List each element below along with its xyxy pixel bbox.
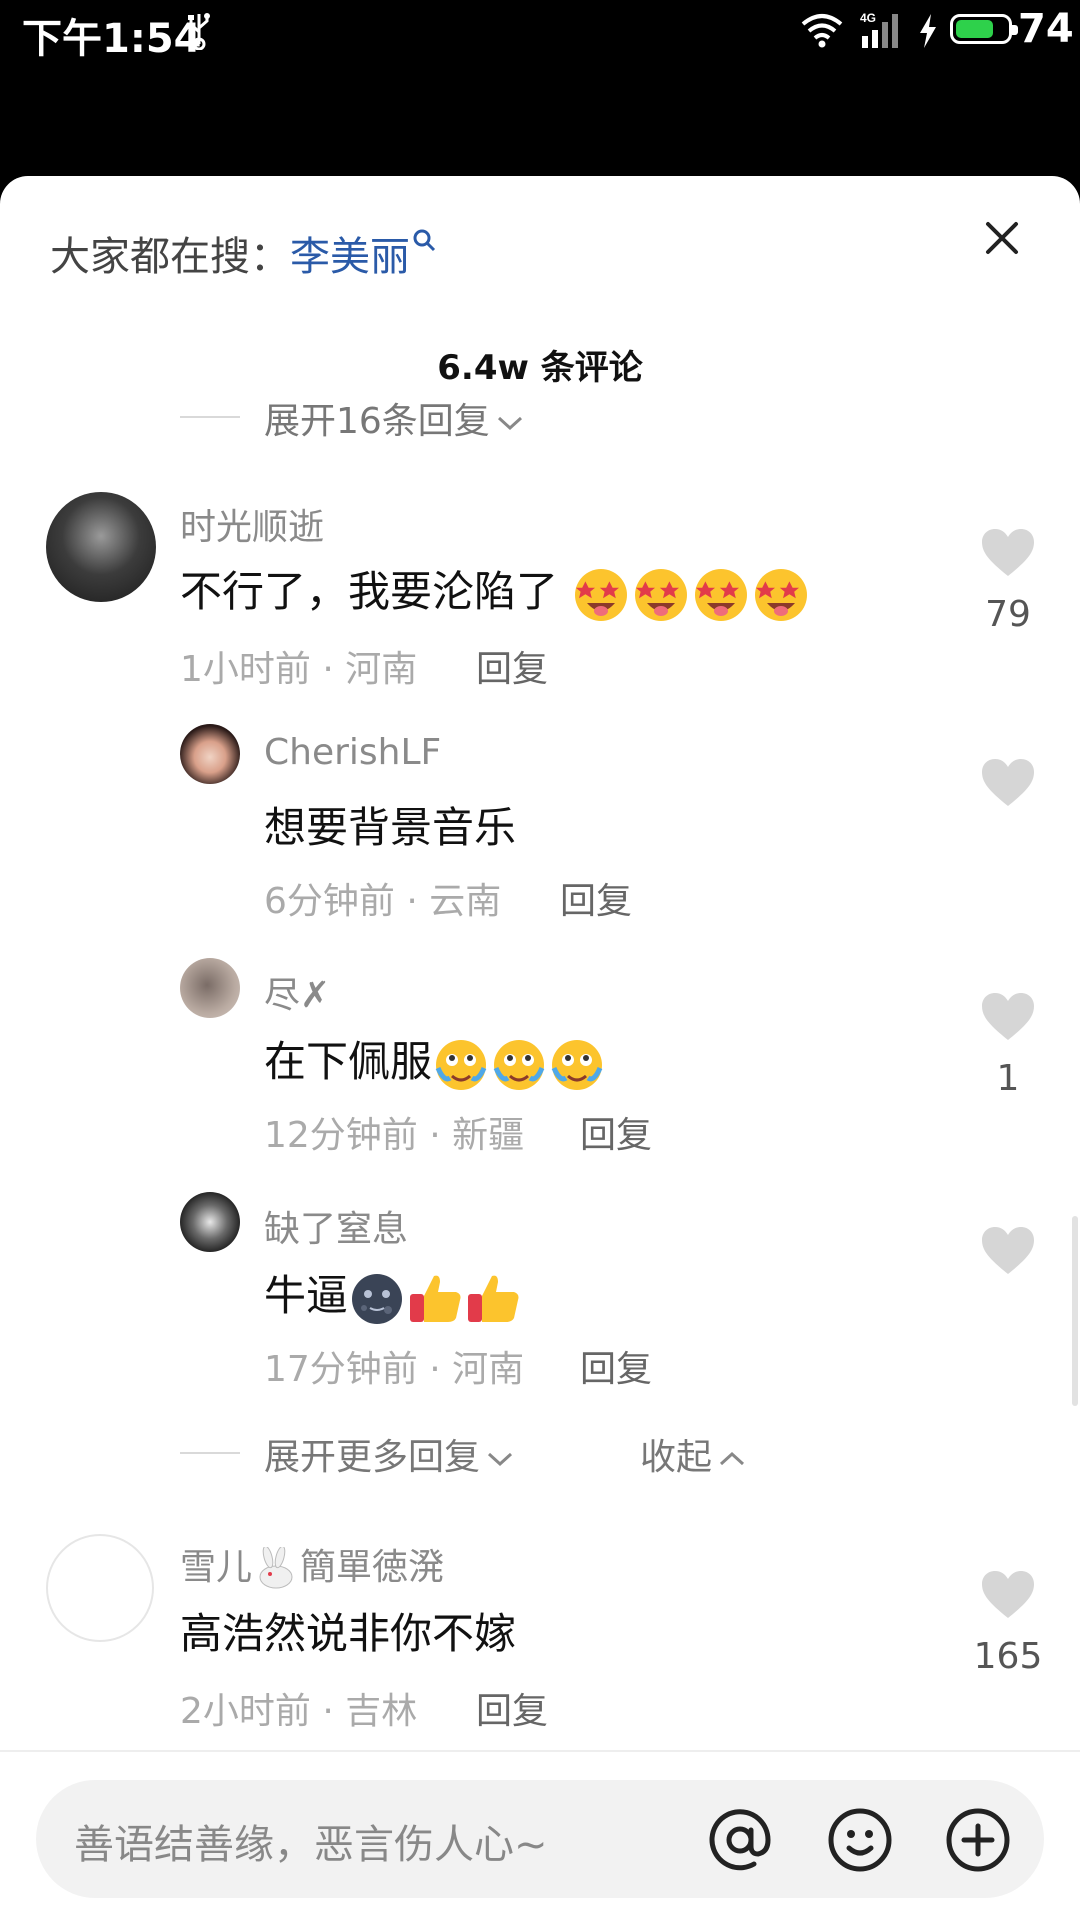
battery-percent: 74	[1018, 6, 1074, 52]
comment-count: 6.4w 条评论	[437, 348, 643, 388]
comment-username[interactable]: 尽✗	[264, 966, 330, 1018]
reply-button[interactable]: 回复	[476, 640, 548, 692]
comment-time-location: 17分钟前 · 河南	[264, 1349, 525, 1390]
like-count: 79	[985, 594, 1031, 635]
comment-input[interactable]: 善语结善缘，恶言伤人心~	[36, 1780, 1044, 1898]
signal-icon: 4G	[860, 11, 898, 48]
comment-text: 牛逼	[264, 1262, 522, 1326]
hot-search-prefix: 大家都在搜：	[50, 234, 290, 280]
hot-search-row[interactable]: 大家都在搜：李美丽	[50, 224, 438, 282]
comment-text: 在下佩服	[264, 1028, 606, 1092]
expand-replies-label: 展开16条回复	[264, 401, 490, 442]
tearful-face-icon	[435, 1039, 487, 1090]
charging-icon	[920, 14, 936, 48]
close-icon[interactable]	[982, 218, 1022, 258]
comment-username[interactable]: 时光顺逝	[180, 498, 324, 550]
usb-icon	[188, 13, 210, 50]
emoji-icon[interactable]	[826, 1806, 894, 1874]
mention-icon[interactable]	[706, 1806, 774, 1874]
tearful-face-icon	[551, 1039, 603, 1090]
dark-moon-face-icon	[352, 1273, 403, 1324]
heart-icon[interactable]	[980, 528, 1036, 578]
scrollbar[interactable]	[1072, 1216, 1078, 1406]
comment-input-placeholder: 善语结善缘，恶言伤人心~	[74, 1822, 548, 1868]
collapse-label: 收起	[640, 1437, 713, 1478]
add-icon[interactable]	[944, 1806, 1012, 1874]
comment-time-location: 2小时前 · 吉林	[180, 1691, 418, 1732]
tearful-face-icon	[493, 1039, 545, 1090]
reply-button[interactable]: 回复	[476, 1682, 548, 1734]
expand-replies-button[interactable]: 展开16条回复	[264, 392, 524, 444]
comment-time-location: 6分钟前 · 云南	[264, 881, 502, 922]
thumbs-up-icon	[468, 1275, 519, 1322]
comment-username[interactable]: CherishLF	[264, 732, 441, 773]
status-bar: 下午1:54 4G 74	[0, 0, 1080, 62]
star-struck-face-icon	[755, 568, 808, 621]
chevron-down-icon	[497, 416, 522, 431]
collapse-replies-button[interactable]: 收起	[640, 1428, 746, 1480]
wifi-icon	[801, 14, 843, 48]
network-type-label: 4G	[860, 11, 876, 25]
battery-icon	[950, 14, 1018, 44]
heart-icon[interactable]	[980, 992, 1036, 1042]
avatar[interactable]	[180, 724, 240, 784]
comment-text: 想要背景音乐	[264, 803, 517, 852]
comment-username[interactable]: 缺了窒息	[264, 1200, 408, 1252]
comment-input-bar: 善语结善缘，恶言伤人心~	[0, 1750, 1080, 1920]
reply-button[interactable]: 回复	[580, 1340, 652, 1392]
avatar[interactable]	[46, 492, 156, 602]
like-count: 165	[973, 1636, 1043, 1677]
reply-button[interactable]: 回复	[580, 1106, 652, 1158]
heart-icon[interactable]	[980, 1570, 1036, 1620]
like-count: 1	[996, 1058, 1020, 1099]
star-struck-face-icon	[695, 568, 748, 621]
expand-more-replies-button[interactable]: 展开更多回复	[264, 1428, 514, 1480]
avatar[interactable]	[180, 958, 240, 1018]
heart-icon[interactable]	[980, 1226, 1036, 1276]
heart-icon[interactable]	[980, 758, 1036, 808]
status-time: 下午1:54	[22, 16, 202, 62]
comment-text: 不行了，我要沦陷了	[180, 558, 811, 623]
search-icon	[413, 229, 436, 252]
star-struck-face-icon	[635, 568, 688, 621]
hot-search-keyword[interactable]: 李美丽	[290, 234, 410, 280]
reply-button[interactable]: 回复	[560, 872, 632, 924]
divider	[180, 416, 240, 418]
expand-more-label: 展开更多回复	[264, 1437, 481, 1478]
star-struck-face-icon	[575, 568, 628, 621]
chevron-down-icon	[488, 1452, 513, 1467]
divider	[180, 1452, 240, 1454]
comment-username[interactable]: 雪儿 簡單徳溌	[180, 1538, 444, 1591]
rabbit-icon	[259, 1547, 293, 1589]
comment-time-location: 12分钟前 · 新疆	[264, 1115, 525, 1156]
comment-text: 高浩然说非你不嫁	[180, 1609, 517, 1658]
comment-sheet: 大家都在搜：李美丽 6.4w 条评论 展开16条回复 时光顺逝 不行了，我要沦陷…	[0, 176, 1080, 1920]
avatar[interactable]	[46, 1534, 154, 1642]
avatar[interactable]	[180, 1192, 240, 1252]
thumbs-up-icon	[410, 1275, 461, 1322]
comment-time-location: 1小时前 · 河南	[180, 649, 418, 690]
chevron-up-icon	[720, 1451, 745, 1466]
